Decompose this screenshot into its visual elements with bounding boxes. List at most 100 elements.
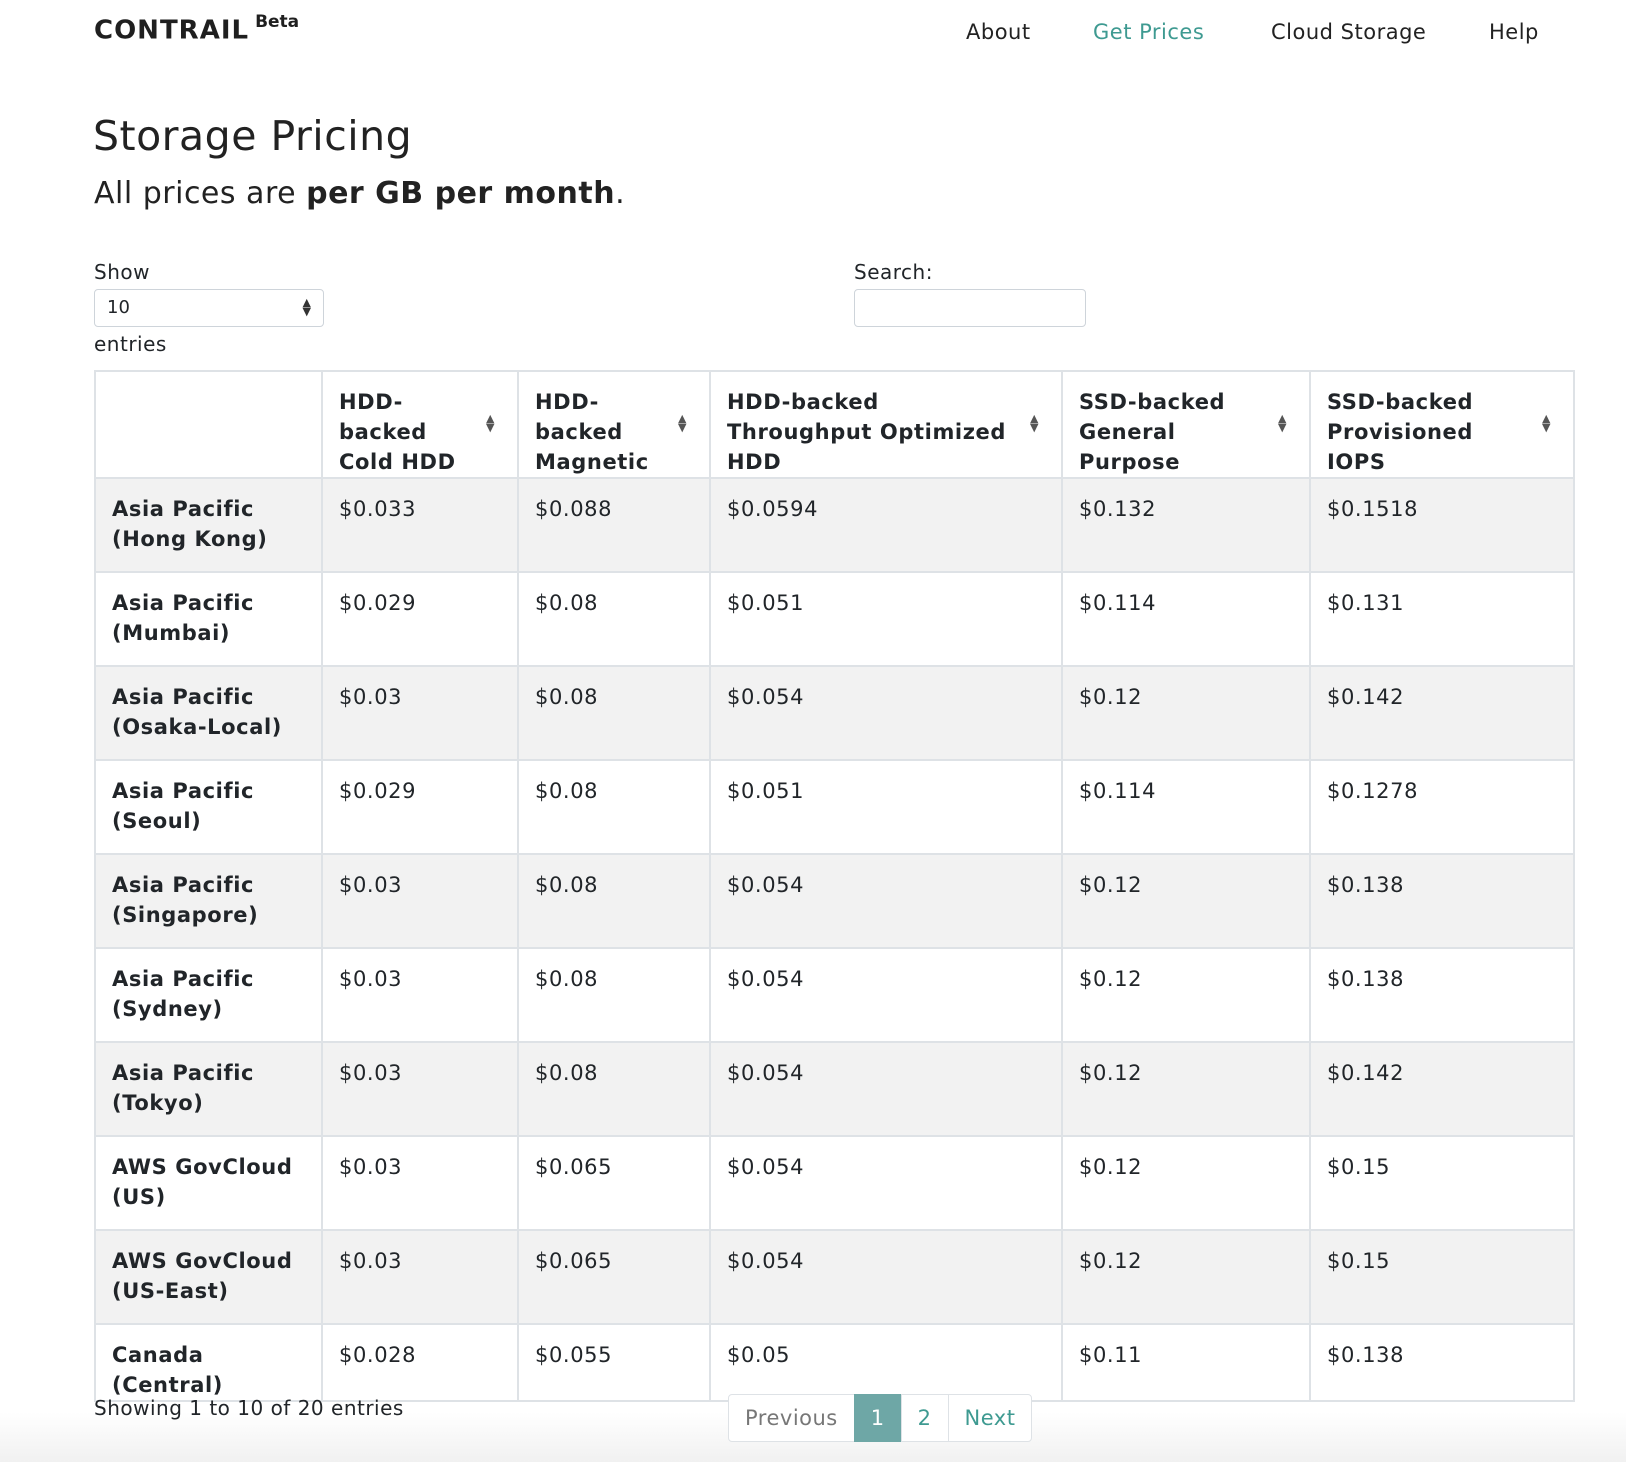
pagination-previous[interactable]: Previous: [728, 1394, 855, 1442]
table-row: Asia Pacific (Osaka-Local) $0.03 $0.08 $…: [94, 665, 1575, 761]
nav-link-cloud-storage[interactable]: Cloud Storage: [1271, 20, 1426, 44]
price-cell: $0.051: [709, 571, 1063, 667]
brand-name[interactable]: CONTRAIL: [94, 16, 249, 46]
price-cell: $0.029: [321, 571, 519, 667]
region-cell: Asia Pacific (Hong Kong): [94, 477, 323, 573]
price-cell: $0.054: [709, 1135, 1063, 1231]
header-cold-hdd[interactable]: HDD-backed Cold HDD ▲ ▼: [321, 370, 519, 479]
table-header-row: HDD-backed Cold HDD ▲ ▼ HDD-backed Magneti…: [94, 370, 1575, 479]
price-cell: $0.11: [1061, 1323, 1311, 1402]
table-row: AWS GovCloud (US-East) $0.03 $0.065 $0.0…: [94, 1229, 1575, 1325]
price-cell: $0.03: [321, 1229, 519, 1325]
header-label: SSD-backed General Purpose: [1079, 390, 1226, 474]
pagination-next[interactable]: Next: [947, 1394, 1033, 1442]
nav-link-help[interactable]: Help: [1489, 20, 1539, 44]
price-cell: $0.08: [517, 759, 711, 855]
price-cell: $0.12: [1061, 1135, 1311, 1231]
sort-updown-icon[interactable]: ▲ ▼: [486, 413, 495, 433]
price-cell: $0.131: [1309, 571, 1575, 667]
price-cell: $0.054: [709, 665, 1063, 761]
price-cell: $0.142: [1309, 1041, 1575, 1137]
header-throughput-optimized[interactable]: HDD-backed Throughput Optimized HDD ▲ ▼: [709, 370, 1063, 479]
header-magnetic[interactable]: HDD-backed Magnetic ▲ ▼: [517, 370, 711, 479]
price-cell: $0.142: [1309, 665, 1575, 761]
price-cell: $0.03: [321, 665, 519, 761]
price-cell: $0.114: [1061, 571, 1311, 667]
price-cell: $0.08: [517, 665, 711, 761]
price-cell: $0.08: [517, 853, 711, 949]
table-row: Asia Pacific (Tokyo) $0.03 $0.08 $0.054 …: [94, 1041, 1575, 1137]
price-cell: $0.138: [1309, 853, 1575, 949]
header-general-purpose[interactable]: SSD-backed General Purpose ▲ ▼: [1061, 370, 1311, 479]
subtitle-suffix: .: [615, 176, 626, 211]
header-label: HDD-backed Cold HDD: [339, 390, 456, 474]
price-cell: $0.12: [1061, 947, 1311, 1043]
header-provisioned-iops[interactable]: SSD-backed Provisioned IOPS ▲ ▼: [1309, 370, 1575, 479]
table-row: Asia Pacific (Mumbai) $0.029 $0.08 $0.05…: [94, 571, 1575, 667]
price-cell: $0.088: [517, 477, 711, 573]
header-label: SSD-backed Provisioned IOPS: [1327, 390, 1474, 474]
price-cell: $0.1518: [1309, 477, 1575, 573]
price-cell: $0.05: [709, 1323, 1063, 1402]
price-cell: $0.138: [1309, 1323, 1575, 1402]
header-label: HDD-backed Magnetic: [535, 390, 649, 474]
page-subtitle: All prices are per GB per month.: [94, 176, 625, 211]
region-cell: Asia Pacific (Tokyo): [94, 1041, 323, 1137]
header-label: HDD-backed Throughput Optimized HDD: [727, 390, 1007, 474]
region-cell: Asia Pacific (Osaka-Local): [94, 665, 323, 761]
sort-updown-icon[interactable]: ▲ ▼: [1030, 413, 1039, 433]
region-cell: AWS GovCloud (US-East): [94, 1229, 323, 1325]
price-cell: $0.15: [1309, 1229, 1575, 1325]
header-region[interactable]: [94, 370, 323, 479]
price-cell: $0.051: [709, 759, 1063, 855]
region-cell: AWS GovCloud (US): [94, 1135, 323, 1231]
price-cell: $0.08: [517, 571, 711, 667]
price-cell: $0.03: [321, 853, 519, 949]
sort-updown-icon[interactable]: ▲ ▼: [678, 413, 687, 433]
price-cell: $0.065: [517, 1229, 711, 1325]
price-cell: $0.138: [1309, 947, 1575, 1043]
price-cell: $0.054: [709, 947, 1063, 1043]
brand-badge: Beta: [255, 12, 300, 32]
price-cell: $0.0594: [709, 477, 1063, 573]
region-cell: Canada (Central): [94, 1323, 323, 1402]
table-row: Asia Pacific (Sydney) $0.03 $0.08 $0.054…: [94, 947, 1575, 1043]
pagination-page-2[interactable]: 2: [900, 1394, 949, 1442]
price-cell: $0.033: [321, 477, 519, 573]
price-cell: $0.132: [1061, 477, 1311, 573]
price-cell: $0.1278: [1309, 759, 1575, 855]
region-cell: Asia Pacific (Seoul): [94, 759, 323, 855]
price-cell: $0.054: [709, 1041, 1063, 1137]
show-label: Show: [94, 260, 150, 284]
table-row: Asia Pacific (Singapore) $0.03 $0.08 $0.…: [94, 853, 1575, 949]
price-cell: $0.03: [321, 1041, 519, 1137]
price-cell: $0.08: [517, 1041, 711, 1137]
nav-link-get-prices[interactable]: Get Prices: [1093, 20, 1204, 44]
price-cell: $0.12: [1061, 1229, 1311, 1325]
region-cell: Asia Pacific (Mumbai): [94, 571, 323, 667]
sort-updown-icon[interactable]: ▲ ▼: [1278, 413, 1287, 433]
region-cell: Asia Pacific (Sydney): [94, 947, 323, 1043]
table-row: Asia Pacific (Hong Kong) $0.033 $0.088 $…: [94, 477, 1575, 573]
price-cell: $0.12: [1061, 665, 1311, 761]
pagination-page-1[interactable]: 1: [853, 1394, 902, 1442]
search-label: Search:: [854, 260, 933, 284]
price-cell: $0.055: [517, 1323, 711, 1402]
price-cell: $0.12: [1061, 853, 1311, 949]
page-size-select[interactable]: 10 ▲ ▼: [94, 289, 324, 327]
pagination: Previous 1 2 Next: [728, 1394, 1033, 1442]
select-updown-icon: ▲ ▼: [302, 296, 311, 318]
top-nav: CONTRAIL Beta About Get Prices Cloud Stor…: [0, 0, 1626, 70]
price-cell: $0.114: [1061, 759, 1311, 855]
sort-updown-icon[interactable]: ▲ ▼: [1542, 413, 1551, 433]
price-cell: $0.029: [321, 759, 519, 855]
price-cell: $0.03: [321, 1135, 519, 1231]
brand-logo[interactable]: CONTRAIL Beta: [94, 12, 300, 46]
price-cell: $0.054: [709, 1229, 1063, 1325]
nav-link-about[interactable]: About: [966, 20, 1031, 44]
entries-label: entries: [94, 332, 167, 356]
search-input[interactable]: [854, 289, 1086, 327]
price-cell: $0.028: [321, 1323, 519, 1402]
table-row: Asia Pacific (Seoul) $0.029 $0.08 $0.051…: [94, 759, 1575, 855]
price-cell: $0.08: [517, 947, 711, 1043]
